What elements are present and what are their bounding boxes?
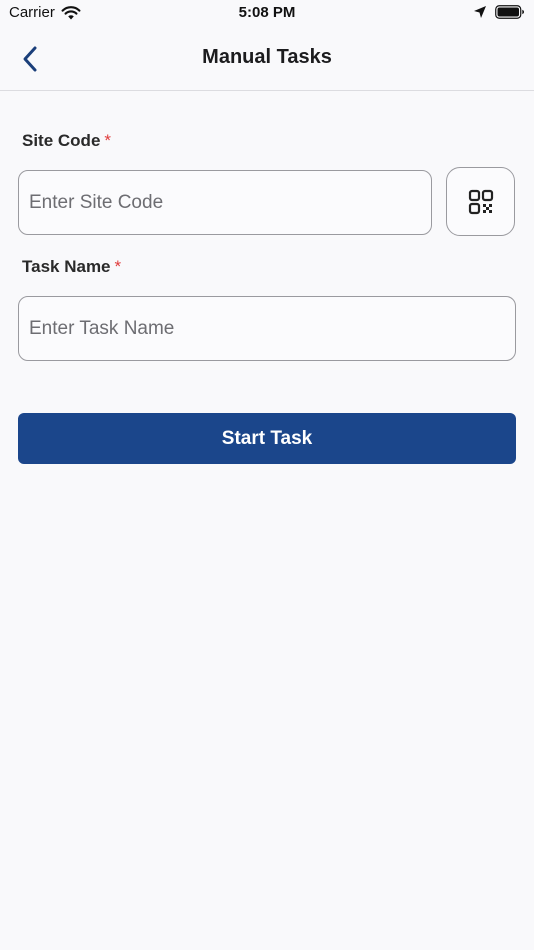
page-title: Manual Tasks xyxy=(202,46,332,68)
battery-icon xyxy=(495,5,524,19)
location-arrow-icon xyxy=(474,6,486,18)
site-code-input[interactable] xyxy=(18,170,432,235)
status-time: 5:08 PM xyxy=(238,4,296,21)
status-bar: Carrier 5:08 PM xyxy=(0,0,534,28)
task-name-label: Task Name * xyxy=(22,257,121,277)
start-task-button[interactable]: Start Task xyxy=(18,413,516,464)
site-code-label-text: Site Code xyxy=(22,131,101,150)
required-marker: * xyxy=(104,131,112,150)
scan-qr-button[interactable] xyxy=(446,167,515,236)
task-name-input[interactable] xyxy=(18,296,516,361)
start-task-button-label: Start Task xyxy=(221,427,313,449)
qr-code-icon xyxy=(468,189,493,214)
nav-bar: Manual Tasks xyxy=(0,28,534,91)
required-marker: * xyxy=(114,257,122,276)
task-name-label-text: Task Name xyxy=(22,257,111,276)
site-code-label: Site Code * xyxy=(22,131,111,151)
status-right-group xyxy=(473,5,525,19)
